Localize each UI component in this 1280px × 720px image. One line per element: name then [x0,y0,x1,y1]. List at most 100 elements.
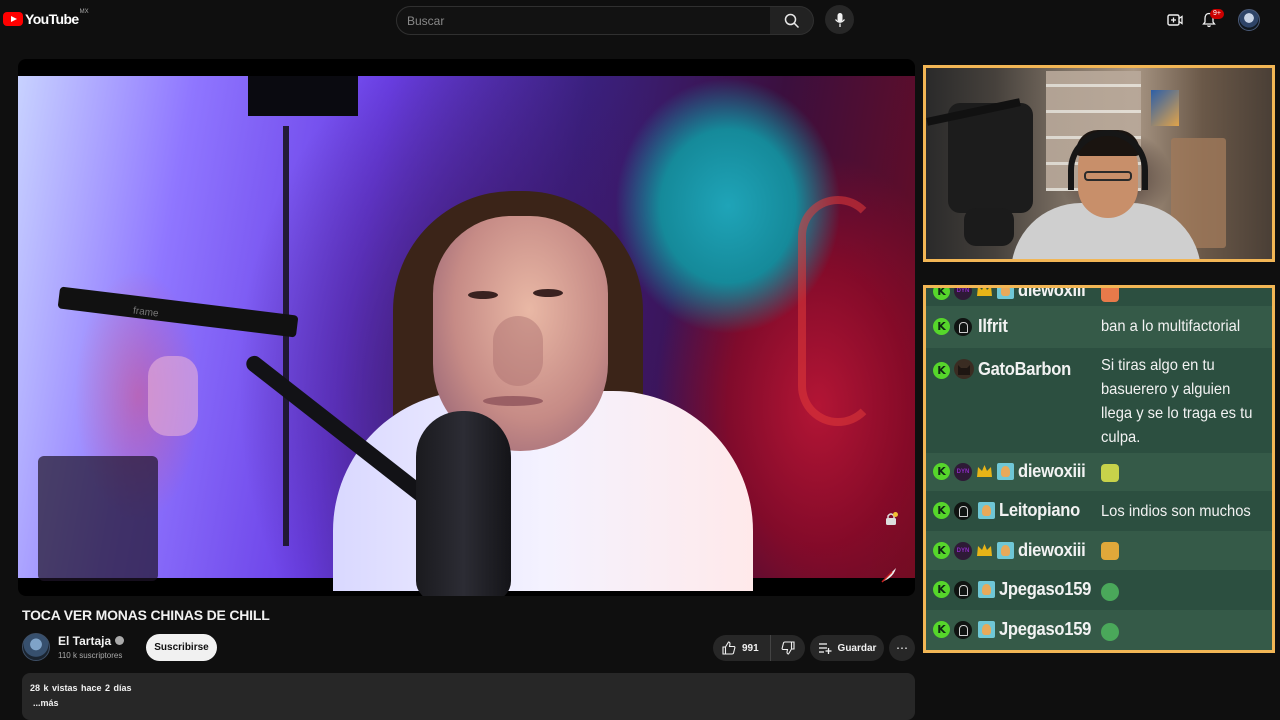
gaming-chair [798,196,878,426]
chat-username: GatoBarbon [978,359,1071,379]
like-button[interactable]: 991 [713,635,771,661]
default-user-icon [954,502,972,520]
kick-badge: K [933,318,950,335]
shelf [38,456,158,581]
subscribe-button[interactable]: Suscribirse [146,634,217,661]
webcam-glasses [1084,171,1132,181]
chat-message: K DYN diewoxiii [926,453,1272,491]
playlist-add-icon [818,643,832,654]
top-header: YouTube MX 9+ [0,0,1280,40]
sub-badge-icon [978,581,995,598]
chat-username: Jpegaso159 [999,619,1092,639]
cat-avatar-icon [954,359,974,379]
search-button[interactable] [770,6,814,35]
crown-icon [977,465,992,477]
youtube-play-icon [3,12,23,26]
voice-search-button[interactable] [825,5,854,34]
show-more-link[interactable]: ...más [33,698,59,708]
video-player[interactable]: frame [18,59,915,596]
right-eye [533,289,563,297]
chat-message-text: Los indios son muchos [1101,503,1251,520]
mic-boom-arm [57,286,299,338]
crown-icon [977,288,992,296]
chat-message: K Jpegaso159 [926,570,1272,610]
dyn-badge: DYN [954,288,972,300]
crown-icon [977,544,992,556]
emote-icon [1101,464,1119,482]
kick-badge: K [933,362,950,379]
chat-message: K DYN diewoxiii [926,285,1272,306]
chat-message: K GatoBarbon Si tiras algo en tu basuere… [926,348,1272,453]
youtube-watch-page: YouTube MX 9+ [0,0,1280,720]
chat-username: diewoxiii [1018,540,1086,560]
subscriber-count: 110 k suscriptores [58,651,123,660]
logo-country-code: MX [79,9,89,15]
save-label: Guardar [837,642,877,654]
chat-message: K Ilfrit ban a lo multifactorial [926,306,1272,348]
sub-badge-icon [978,621,995,638]
webcam-poster [1151,90,1179,126]
channel-name-row[interactable]: El Tartaja [58,634,125,648]
stream-chat-overlay: K DYN diewoxiii K Ilfrit ban a lo multif… [923,285,1275,653]
like-dislike-group: 991 [713,635,805,661]
kick-badge: K [933,621,950,638]
create-icon [1167,14,1183,26]
webcam-microphone [964,208,1014,246]
mouth [483,396,543,406]
search-input[interactable] [397,7,770,34]
default-user-icon [954,621,972,639]
verified-icon [115,636,125,645]
sub-badge-icon [997,288,1014,299]
dyn-badge: DYN [954,542,972,560]
sub-badge-icon [997,463,1014,480]
thumbs-up-icon [722,641,736,655]
chat-message-text: ban a lo multifactorial [1101,318,1241,335]
chat-message: K DYN diewoxiii [926,531,1272,570]
more-actions-button[interactable]: ⋯ [889,635,915,661]
chat-username: diewoxiii [1018,285,1086,300]
pepe-emote-icon [1101,623,1119,641]
kick-badge: K [933,463,950,480]
figurine [148,356,198,436]
video-frame-image: frame [18,76,915,596]
dyn-badge: DYN [954,463,972,481]
kick-badge: K [933,288,950,300]
kick-badge: K [933,502,950,519]
logo-text: YouTube [25,11,79,27]
sub-badge-icon [978,502,995,519]
emote-icon [1101,542,1119,560]
left-eye [468,291,498,299]
kick-badge: K [933,542,950,559]
chat-message: K Leitopiano Los indios son muchos [926,491,1272,531]
like-count: 991 [742,642,759,654]
save-button[interactable]: Guardar [810,635,884,661]
account-avatar[interactable] [1238,9,1260,31]
channel-avatar[interactable] [22,633,50,661]
chat-username: Jpegaso159 [999,579,1092,599]
default-user-icon [954,581,972,599]
youtube-logo[interactable]: YouTube MX [3,9,89,27]
lock-icon [886,512,898,525]
thumbs-down-icon [781,641,795,655]
chat-message-text: Si tiras algo en tu basuerero y alguien … [1101,357,1253,446]
mic-icon [834,12,845,27]
chat-username: Ilfrit [978,316,1008,336]
webcam-feed [923,65,1275,262]
feather-icon [881,568,896,583]
sub-badge-icon [997,542,1014,559]
channel-name[interactable]: El Tartaja [58,634,111,648]
create-button[interactable] [1165,10,1185,30]
kick-badge: K [933,581,950,598]
chat-username: diewoxiii [1018,461,1086,481]
nose [493,316,543,386]
search-icon [784,13,799,28]
notification-count-badge: 9+ [1210,9,1224,19]
video-title: TOCA VER MONAS CHINAS DE CHILL [22,607,270,623]
cat-icon [958,365,970,375]
dislike-button[interactable] [771,635,805,661]
webcam-hoodie [948,103,1033,213]
softbox-light [248,76,358,116]
views-and-date: 28 k vistas hace 2 días [30,683,132,693]
chat-username: Leitopiano [999,500,1080,520]
description-box[interactable]: 28 k vistas hace 2 días ...más [22,673,915,720]
